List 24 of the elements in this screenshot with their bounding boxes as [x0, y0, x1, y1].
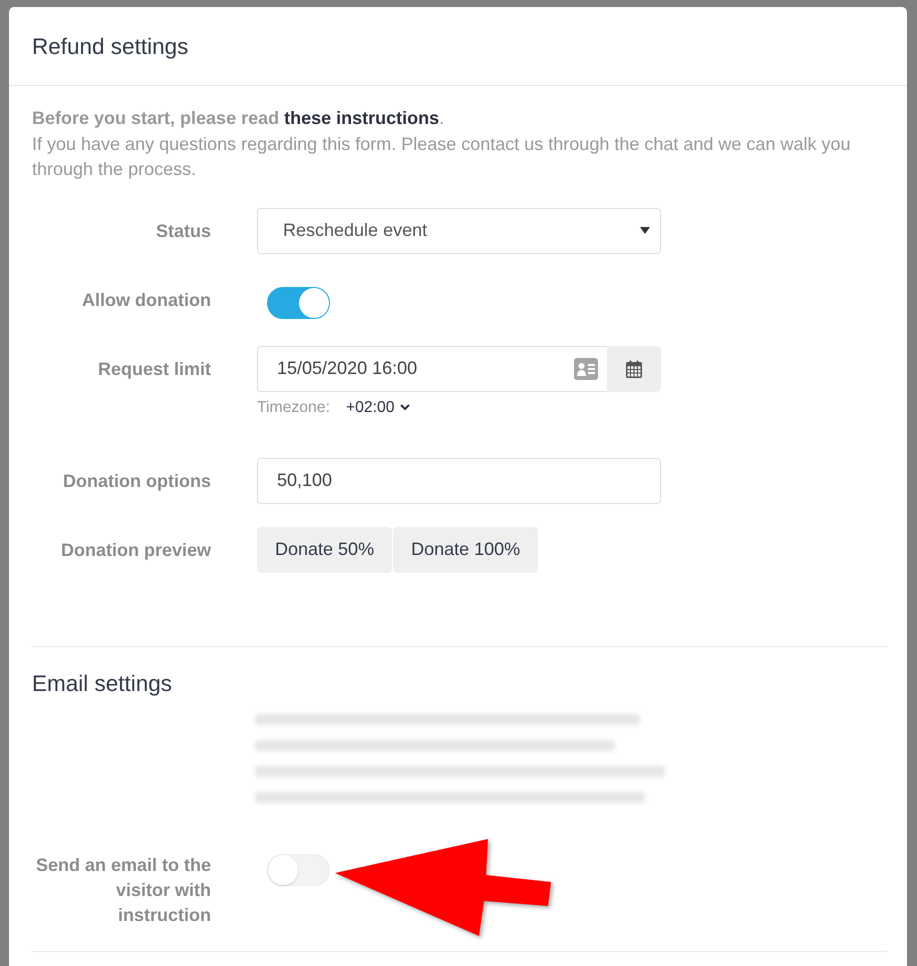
field-label: Status: [154, 220, 211, 242]
dialog-title: Refund settings: [32, 32, 188, 60]
timezone-dropdown[interactable]: +02:00: [346, 398, 410, 418]
field-label: Donation options: [62, 470, 211, 493]
chevron-down-icon: [400, 404, 410, 411]
field-label: Allow donation: [81, 288, 211, 312]
section-heading: Email settings: [32, 670, 174, 696]
toggle-switch[interactable]: [267, 286, 330, 318]
contact-card-icon: [574, 358, 598, 380]
timezone-label: Timezone:: [257, 398, 330, 418]
field-label: Request limit: [96, 358, 211, 381]
intro-text: Before you start, please read these instructions.: [32, 107, 446, 130]
text-input[interactable]: 50,100: [257, 458, 661, 504]
caret-icon: [640, 227, 650, 234]
donate-button[interactable]: Donate 100%: [393, 526, 538, 572]
calendar-icon: [626, 360, 642, 378]
date-time-input[interactable]: 15/05/2020 16:00: [257, 346, 607, 392]
instructions-link[interactable]: these instructions: [284, 108, 440, 128]
calendar-button[interactable]: [607, 346, 661, 392]
donate-button[interactable]: Donate 50%: [257, 526, 392, 572]
status-select[interactable]: Reschedule event: [257, 208, 661, 254]
help-text: If you have any questions regarding this form. Please contact us through the chat and we can walk you through the process.: [32, 132, 852, 181]
field-label: Donation preview: [60, 538, 211, 562]
field-label: Send an email to the visitor with instruction: [34, 854, 211, 926]
